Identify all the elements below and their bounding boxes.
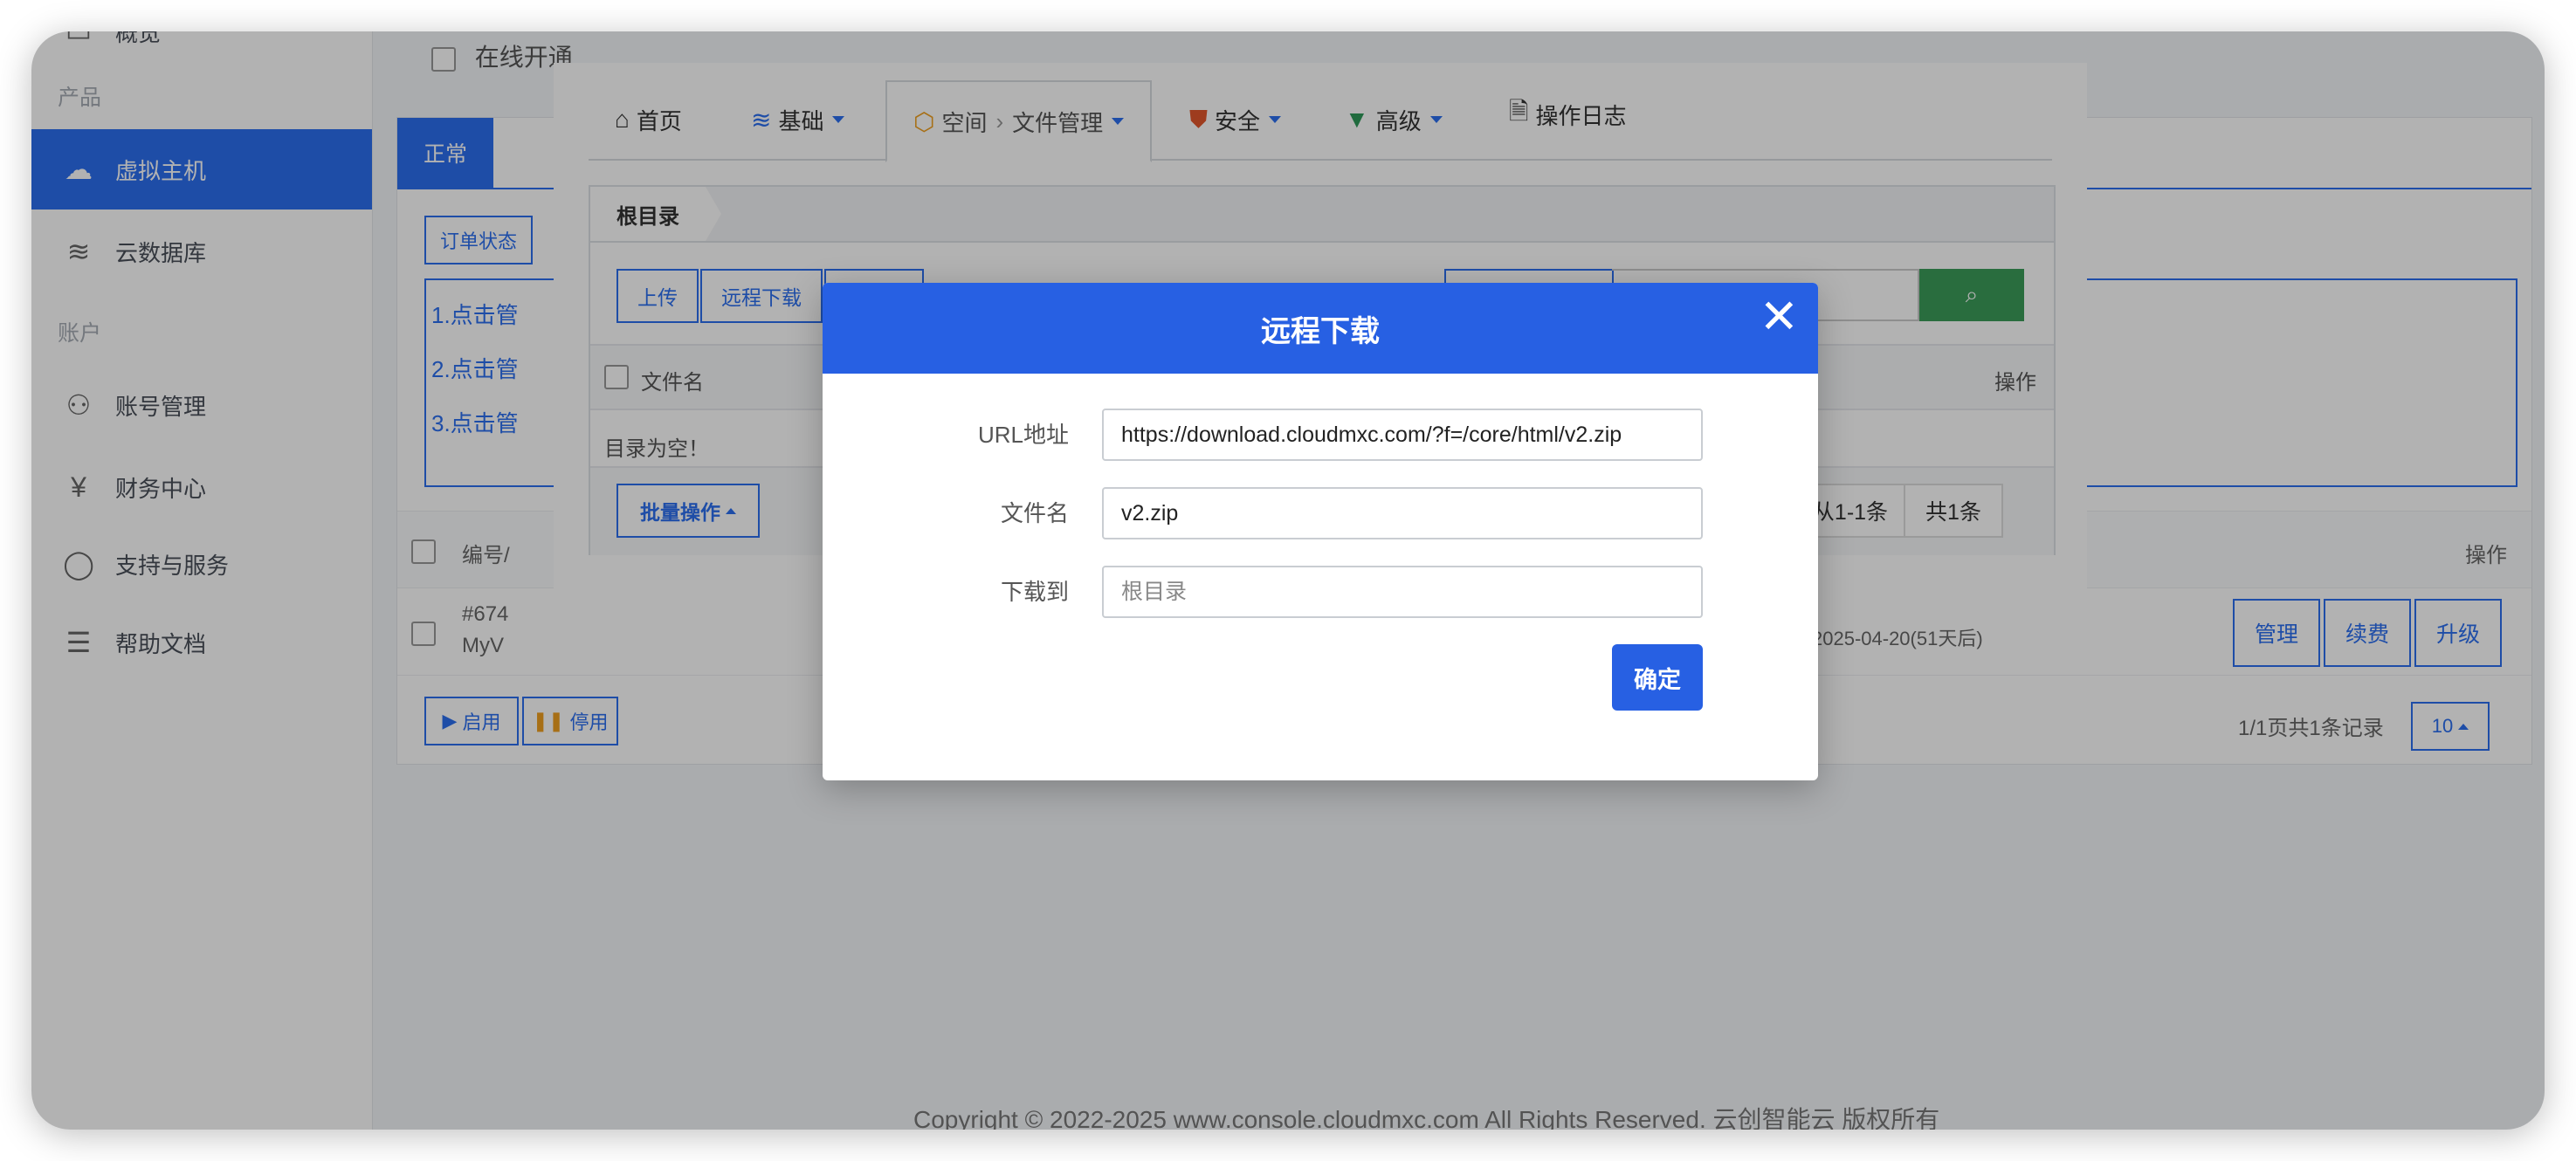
confirm-button[interactable]: 确定 — [1612, 644, 1703, 711]
dialog-title: 远程下载 — [1261, 314, 1380, 348]
close-icon[interactable]: ✕ — [1760, 293, 1799, 340]
url-input[interactable]: https://download.cloudmxc.com/?f=/core/h… — [1102, 409, 1703, 461]
url-label: URL地址 — [977, 422, 1069, 448]
filename-row: 文件名 v2.zip — [823, 487, 1818, 539]
filename-input[interactable]: v2.zip — [1102, 487, 1703, 539]
filename-label: 文件名 — [1000, 500, 1069, 526]
destination-input[interactable]: 根目录 — [1102, 566, 1703, 618]
dialog-header: 远程下载 ✕ — [823, 283, 1818, 374]
remote-download-dialog: 远程下载 ✕ URL地址 https://download.cloudmxc.c… — [823, 283, 1818, 780]
url-row: URL地址 https://download.cloudmxc.com/?f=/… — [823, 409, 1818, 461]
destination-label: 下载到 — [1000, 579, 1069, 605]
destination-row: 下载到 根目录 — [823, 566, 1818, 618]
browser-window: ▭ 概览 产品 ☁ 虚拟主机 ≋ 云数据库 账户 ⚇ 账号管理 ¥ 财务中心 ◯… — [31, 31, 2545, 1130]
